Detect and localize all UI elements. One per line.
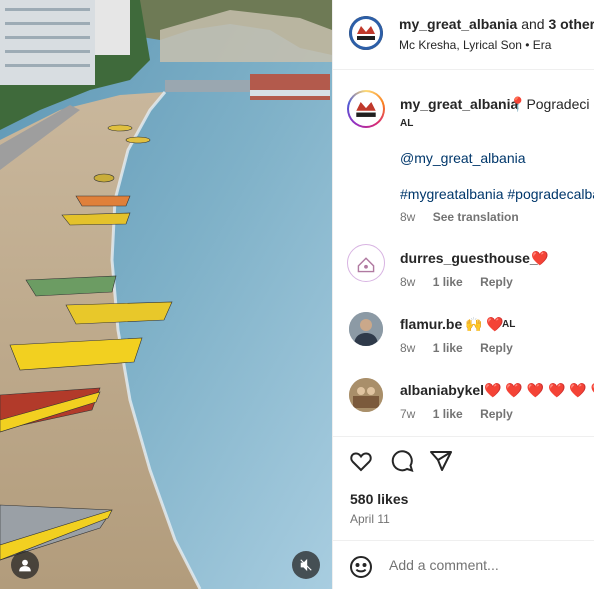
tagged-users-button[interactable] [11, 551, 39, 579]
reply-button[interactable]: Reply [480, 275, 513, 289]
header-authors: my_great_albania and 3 others [399, 16, 594, 32]
post-media[interactable] [0, 0, 332, 589]
travel-photo-icon [349, 378, 383, 412]
mute-toggle-button[interactable] [292, 551, 320, 579]
brand-logo-icon [352, 95, 380, 123]
comment-text: ❤️ [531, 250, 549, 266]
person-photo-icon [349, 312, 383, 346]
author-avatar[interactable] [349, 16, 383, 50]
see-translation-button[interactable]: See translation [433, 210, 519, 224]
comment-button[interactable] [388, 447, 416, 475]
heart-outline-icon [350, 452, 372, 472]
comment-time[interactable]: 8w [400, 341, 415, 355]
audio-label[interactable]: Mc Kresha, Lyrical Son • Era [399, 38, 551, 52]
comment-item: durres_guesthouse_ ❤️ 8w 1 like Reply [333, 241, 594, 301]
author-username[interactable]: my_great_albania [399, 16, 517, 32]
reply-button[interactable]: Reply [480, 341, 513, 355]
emoji-button[interactable] [347, 553, 375, 581]
post-details-panel: my_great_albania and 3 others Mc Kresha,… [332, 0, 594, 589]
caption-author[interactable]: my_great_albania [400, 96, 518, 112]
lake-beach-photo [0, 0, 332, 589]
comment-likes[interactable]: 1 like [433, 275, 463, 289]
smiley-icon [350, 556, 372, 578]
person-icon [19, 559, 31, 572]
comment-input[interactable] [389, 553, 589, 577]
comments-list: my_great_albania 📍Pogradeci c AL @my_gre… [333, 71, 594, 435]
commenter-avatar[interactable] [347, 244, 385, 282]
pin-icon: 📍 [509, 96, 527, 112]
likes-count[interactable]: 580 likes [350, 491, 408, 507]
share-button[interactable] [427, 447, 455, 475]
comment-username[interactable]: albaniabykel [400, 382, 484, 398]
caption-mention[interactable]: @my_great_albania [400, 150, 526, 166]
caption-meta: 8w See translation [400, 210, 533, 224]
like-button[interactable] [347, 447, 375, 475]
comment-likes[interactable]: 1 like [433, 407, 463, 421]
comment-time[interactable]: 7w [400, 407, 415, 421]
commenter-avatar[interactable] [349, 312, 383, 346]
comment-item: albaniabykel ❤️ ❤️ ❤️ ❤️ ❤️ ❤️ 7w 1 like… [333, 373, 594, 433]
post-date[interactable]: April 11 [350, 512, 390, 526]
comment-meta: 8w 1 like Reply [400, 341, 527, 355]
caption-hashtags[interactable]: #mygreatalbania #pogradecalba [400, 186, 594, 202]
commenter-avatar[interactable] [349, 378, 383, 412]
albania-flag-icon: AL [502, 319, 516, 330]
comment-time[interactable]: 8w [400, 275, 415, 289]
speech-bubble-icon [391, 450, 414, 472]
comment-text: 🙌 ❤️ [465, 316, 504, 332]
comment-username[interactable]: durres_guesthouse_ [400, 250, 538, 266]
post-header: my_great_albania and 3 others Mc Kresha,… [333, 0, 594, 70]
post-actions: 580 likes April 11 [333, 436, 594, 540]
caption-avatar[interactable] [347, 90, 385, 128]
guesthouse-logo-icon [349, 246, 383, 280]
reply-button[interactable]: Reply [480, 407, 513, 421]
brand-logo-icon [349, 16, 383, 50]
paper-plane-icon [430, 451, 452, 471]
add-comment-bar [333, 540, 594, 589]
coauthors-link[interactable]: 3 others [548, 16, 594, 32]
caption-time[interactable]: 8w [400, 210, 415, 224]
comment-meta: 8w 1 like Reply [400, 275, 527, 289]
comment-username[interactable]: flamur.be [400, 316, 462, 332]
comment-meta: 7w 1 like Reply [400, 407, 527, 421]
caption-text-line: 📍Pogradeci c [509, 96, 594, 113]
caption-item: my_great_albania 📍Pogradeci c AL @my_gre… [333, 71, 594, 231]
comment-item: flamur.be 🙌 ❤️ AL 8w 1 like Reply [333, 307, 594, 367]
comment-likes[interactable]: 1 like [433, 341, 463, 355]
caption-text: Pogradeci c [526, 96, 594, 112]
comment-text: ❤️ ❤️ ❤️ ❤️ ❤️ ❤️ [484, 382, 594, 398]
authors-connector: and [521, 16, 545, 32]
albania-flag-icon: AL [400, 118, 414, 129]
muted-speaker-icon [300, 558, 312, 572]
